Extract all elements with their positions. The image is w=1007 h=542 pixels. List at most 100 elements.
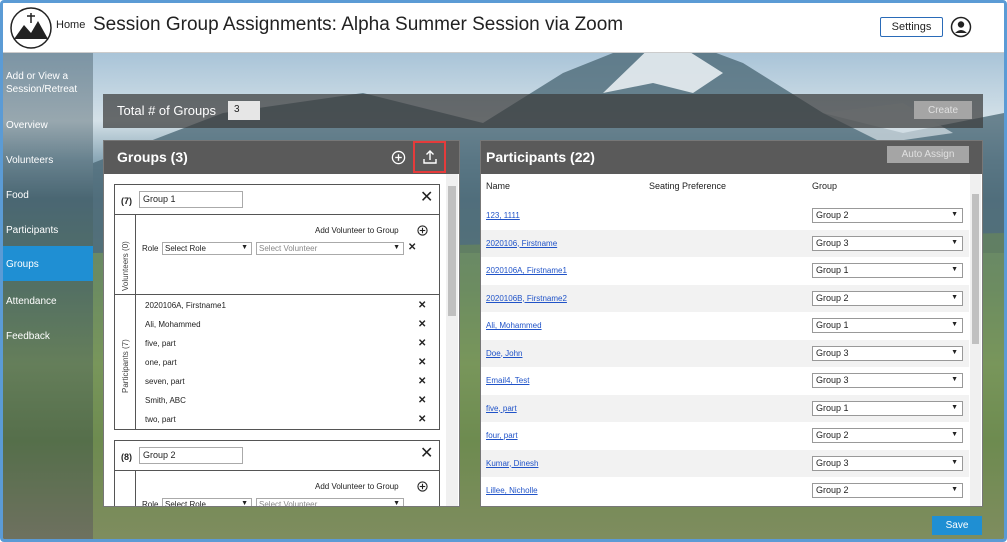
- create-button[interactable]: Create: [914, 101, 972, 119]
- role-label: Role: [142, 244, 159, 253]
- remove-participant-icon[interactable]: ✕: [418, 395, 426, 406]
- sidebar-item-groups[interactable]: Groups: [3, 246, 93, 281]
- sidebar-item-add-session[interactable]: Add or View a Session/Retreat: [3, 62, 93, 96]
- settings-button[interactable]: Settings: [880, 17, 943, 37]
- group-select[interactable]: Group 3 ▼: [812, 345, 963, 361]
- save-button[interactable]: Save: [932, 516, 982, 535]
- scrollbar-thumb[interactable]: [448, 186, 456, 316]
- volunteer-select[interactable]: Select Volunteer ▼: [256, 498, 404, 506]
- table-row: Doe, John Group 3 ▼: [481, 339, 969, 367]
- group-select[interactable]: Group 3 ▼: [812, 455, 963, 471]
- app-window: Home Session Group Assignments: Alpha Su…: [0, 0, 1007, 542]
- participant-name-link[interactable]: four, part: [486, 431, 518, 440]
- table-row: five, part Group 1 ▼: [481, 394, 969, 422]
- group-participant: two, part: [145, 415, 176, 424]
- group-participant: seven, part: [145, 377, 185, 386]
- group-card: (8) Group 2 ✕ Add Volunteer to Group Rol…: [114, 440, 440, 506]
- group-name-input[interactable]: Group 1: [139, 191, 243, 208]
- group-participant: one, part: [145, 358, 177, 367]
- participant-name-link[interactable]: Doe, John: [486, 349, 522, 358]
- table-row: 123, 1111 Group 2 ▼: [481, 202, 969, 229]
- total-groups-label: Total # of Groups: [117, 103, 216, 118]
- groups-title: Groups (3): [117, 149, 188, 165]
- chevron-down-icon: ▼: [241, 500, 248, 506]
- chevron-down-icon: ▼: [951, 266, 958, 273]
- sidebar-item-feedback[interactable]: Feedback: [3, 322, 93, 356]
- table-row: Lillee, Nicholle Group 2 ▼: [481, 477, 969, 504]
- participant-name-link[interactable]: 2020106, Firstname: [486, 239, 557, 248]
- participants-title: Participants (22): [486, 149, 595, 165]
- group-select-value: Group 3: [816, 347, 849, 358]
- group-select-value: Group 1: [816, 265, 849, 275]
- role-select[interactable]: Select Role ▼: [162, 242, 252, 255]
- group-select[interactable]: Group 3 ▼: [812, 373, 963, 388]
- add-volunteer-icon[interactable]: [417, 225, 428, 236]
- chevron-down-icon: ▼: [951, 348, 958, 356]
- group-select[interactable]: Group 2 ▼: [812, 483, 963, 498]
- participant-name-link[interactable]: Ali, Mohammed: [486, 321, 542, 330]
- divider: [135, 471, 136, 506]
- volunteer-select[interactable]: Select Volunteer ▼: [256, 242, 404, 255]
- participant-name-link[interactable]: 2020106B, Firstname2: [486, 294, 567, 303]
- user-account-icon[interactable]: [950, 16, 972, 38]
- total-groups-input[interactable]: 3: [228, 101, 260, 120]
- group-select-value: Group 1: [816, 320, 849, 330]
- sidebar-item-food[interactable]: Food: [3, 181, 93, 215]
- remove-participant-icon[interactable]: ✕: [418, 319, 426, 330]
- chevron-down-icon: ▼: [951, 211, 958, 218]
- group-name-input[interactable]: Group 2: [139, 447, 243, 464]
- sidebar-item-volunteers[interactable]: Volunteers: [3, 146, 93, 180]
- sidebar-item-overview[interactable]: Overview: [3, 111, 93, 145]
- sidebar-item-attendance[interactable]: Attendance: [3, 287, 93, 321]
- group-select[interactable]: Group 1 ▼: [812, 263, 963, 278]
- top-bar: Home Session Group Assignments: Alpha Su…: [3, 3, 1004, 53]
- table-row: 2020106A, Firstname1 Group 1 ▼: [481, 257, 969, 284]
- divider: [115, 470, 439, 471]
- participant-name-link[interactable]: Lillee, Nicholle: [486, 486, 538, 495]
- remove-participant-icon[interactable]: ✕: [418, 376, 426, 387]
- group-select[interactable]: Group 1 ▼: [812, 318, 963, 333]
- group-count: (8): [121, 452, 132, 462]
- role-select-value: Select Role: [165, 244, 206, 253]
- group-select[interactable]: Group 2 ▼: [812, 208, 963, 223]
- add-volunteer-label: Add Volunteer to Group: [315, 226, 399, 235]
- scrollbar-thumb[interactable]: [972, 194, 979, 344]
- participant-name-link[interactable]: five, part: [486, 404, 517, 413]
- chevron-down-icon: ▼: [951, 321, 958, 328]
- volunteers-label: Volunteers (0): [121, 241, 130, 291]
- remove-participant-icon[interactable]: ✕: [418, 414, 426, 425]
- participant-name-link[interactable]: Kumar, Dinesh: [486, 459, 538, 468]
- delete-group-icon[interactable]: ✕: [420, 446, 433, 462]
- add-volunteer-icon[interactable]: [417, 481, 428, 492]
- logo-icon[interactable]: [10, 7, 52, 49]
- remove-participant-icon[interactable]: ✕: [418, 338, 426, 349]
- groups-scrollbar[interactable]: [446, 174, 458, 506]
- chevron-down-icon: ▼: [951, 403, 958, 411]
- group-select-value: Group 2: [816, 485, 849, 495]
- home-link[interactable]: Home: [56, 19, 85, 31]
- role-select[interactable]: Select Role ▼: [162, 498, 252, 506]
- role-label: Role: [142, 500, 159, 506]
- groups-list[interactable]: (7) Group 1 ✕ Volunteers (0) Add Volunte…: [104, 174, 459, 506]
- participants-scrollbar[interactable]: [970, 174, 981, 506]
- divider: [135, 215, 136, 430]
- groups-header: Groups (3): [104, 141, 459, 174]
- auto-assign-button[interactable]: Auto Assign: [887, 146, 969, 163]
- remove-volunteer-icon[interactable]: ✕: [408, 242, 416, 253]
- remove-participant-icon[interactable]: ✕: [418, 357, 426, 368]
- group-select[interactable]: Group 1 ▼: [812, 400, 963, 416]
- sidebar-item-participants[interactable]: Participants: [3, 216, 93, 250]
- add-group-icon[interactable]: [391, 150, 406, 165]
- table-row: 2020106, Firstname Group 3 ▼: [481, 229, 969, 257]
- group-select[interactable]: Group 2 ▼: [812, 428, 963, 443]
- table-row: Email4, Test Group 3 ▼: [481, 367, 969, 394]
- group-select[interactable]: Group 2 ▼: [812, 290, 963, 306]
- remove-participant-icon[interactable]: ✕: [418, 300, 426, 311]
- participant-name-link[interactable]: Email4, Test: [486, 376, 529, 385]
- upload-button[interactable]: [413, 141, 446, 173]
- chevron-down-icon: ▼: [241, 244, 248, 251]
- participant-name-link[interactable]: 123, 1111: [486, 211, 520, 220]
- participant-name-link[interactable]: 2020106A, Firstname1: [486, 266, 567, 275]
- group-select[interactable]: Group 3 ▼: [812, 235, 963, 251]
- delete-group-icon[interactable]: ✕: [420, 190, 433, 206]
